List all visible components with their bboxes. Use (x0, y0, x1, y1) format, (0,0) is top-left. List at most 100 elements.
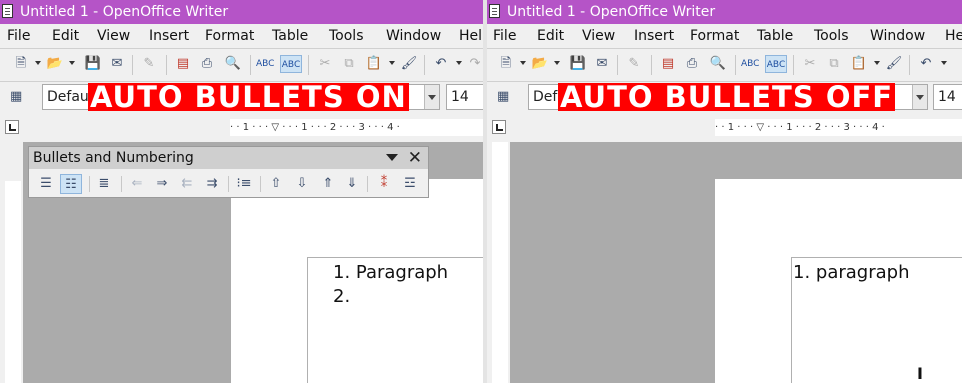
horizontal-ruler[interactable]: · · 1 · · · ▽ · · · 1 · · · 2 · · · 3 · … (715, 119, 962, 136)
open-folder-icon[interactable]: 📂 (531, 55, 549, 73)
undo-dropdown-arrow[interactable] (941, 61, 947, 65)
move-down-icon[interactable]: ⇩ (291, 174, 313, 194)
autospellcheck-icon[interactable]: ABC (765, 55, 787, 73)
undo-icon[interactable]: ↶ (917, 55, 935, 73)
text-body-area[interactable]: 1. Paragraph 2. (307, 257, 483, 383)
chevron-down-icon[interactable] (424, 85, 439, 109)
spellcheck-icon[interactable]: ABC (256, 55, 274, 73)
print-icon[interactable]: ⎙ (683, 55, 701, 73)
print-preview-icon[interactable]: 🔍 (224, 55, 242, 73)
move-up-with-subpoints-icon[interactable]: ⇑ (317, 174, 339, 194)
list-item[interactable]: 1. paragraph (793, 262, 909, 283)
print-preview-icon[interactable]: 🔍 (709, 55, 727, 73)
print-icon[interactable]: ⎙ (198, 55, 216, 73)
menu-window[interactable]: Window (870, 24, 925, 48)
text-body-area[interactable]: 1. paragraph (791, 257, 962, 383)
menu-bar: File Edit View Insert Format Table Tools… (487, 24, 962, 48)
open-dropdown-arrow[interactable] (69, 61, 75, 65)
cut-icon[interactable]: ✂ (316, 55, 334, 73)
list-item[interactable]: 1. Paragraph (333, 262, 448, 283)
toolbar-separator (735, 55, 736, 75)
menu-table[interactable]: Table (272, 24, 308, 48)
menu-format[interactable]: Format (205, 24, 254, 48)
list-item[interactable]: 2. (333, 286, 350, 307)
autospellcheck-icon[interactable]: ABC (280, 55, 302, 73)
export-pdf-icon[interactable]: ▤ (659, 55, 677, 73)
save-icon[interactable]: 💾 (84, 55, 102, 73)
bullets-off-icon[interactable]: ☰ (35, 174, 57, 194)
menu-insert[interactable]: Insert (634, 24, 674, 48)
toolbar-separator (651, 55, 652, 75)
new-document-icon[interactable]: 🗎 (12, 55, 30, 73)
new-dropdown-arrow[interactable] (520, 61, 526, 65)
spellcheck-icon[interactable]: ABC (741, 55, 759, 73)
menu-insert[interactable]: Insert (149, 24, 189, 48)
cut-icon[interactable]: ✂ (801, 55, 819, 73)
horizontal-ruler[interactable]: · · 1 · · · ▽ · · · 1 · · · 2 · · · 3 · … (230, 119, 483, 136)
redo-icon[interactable]: ↷ (466, 55, 483, 73)
promote-icon[interactable]: ⇒ (151, 174, 173, 194)
toolbar-menu-icon[interactable] (386, 154, 398, 161)
menu-file[interactable]: File (7, 24, 30, 48)
export-pdf-icon[interactable]: ▤ (174, 55, 192, 73)
menu-view[interactable]: View (582, 24, 615, 48)
paste-dropdown-arrow[interactable] (874, 61, 880, 65)
vertical-ruler[interactable] (492, 142, 508, 383)
edit-file-icon[interactable]: ✎ (140, 55, 158, 73)
new-dropdown-arrow[interactable] (35, 61, 41, 65)
menu-tools[interactable]: Tools (814, 24, 849, 48)
bullets-numbering-dialog-icon[interactable]: ☲ (399, 174, 421, 194)
paste-icon[interactable]: 📋 (365, 55, 383, 73)
chevron-down-icon[interactable] (912, 85, 927, 109)
open-folder-icon[interactable]: 📂 (46, 55, 64, 73)
move-down-with-subpoints-icon[interactable]: ⇓ (341, 174, 363, 194)
copy-icon[interactable]: ⧉ (825, 55, 843, 73)
bullets-numbering-toolbar: Bullets and Numbering ✕ ☰ ☷ ≣ ⇐ ⇒ ⇇ ⇉ ⁝≡… (28, 146, 429, 198)
menu-table[interactable]: Table (757, 24, 793, 48)
toolbar-separator (166, 55, 167, 75)
paste-dropdown-arrow[interactable] (389, 61, 395, 65)
document-page[interactable]: 1. Paragraph 2. (231, 179, 483, 383)
paragraph-align-icon[interactable]: ≣ (93, 174, 115, 194)
menu-tools[interactable]: Tools (329, 24, 364, 48)
menu-edit[interactable]: Edit (52, 24, 79, 48)
clone-formatting-icon[interactable]: 🖌 (885, 55, 903, 73)
menu-help[interactable]: Hel (459, 24, 482, 48)
promote-with-subpoints-icon[interactable]: ⇉ (201, 174, 223, 194)
styles-formatting-icon[interactable]: ▦ (497, 89, 509, 104)
numbering-on-icon[interactable]: ☷ (60, 174, 82, 194)
email-document-icon[interactable]: ✉ (108, 55, 126, 73)
menu-view[interactable]: View (97, 24, 130, 48)
menu-window[interactable]: Window (386, 24, 441, 48)
new-document-icon[interactable]: 🗎 (497, 55, 515, 73)
demote-with-subpoints-icon[interactable]: ⇇ (176, 174, 198, 194)
insert-unnumbered-entry-icon[interactable]: ⁝≡ (233, 174, 255, 194)
toolbar-separator (367, 176, 368, 192)
close-icon[interactable]: ✕ (408, 147, 422, 169)
move-up-icon[interactable]: ⇧ (265, 174, 287, 194)
font-size-combo[interactable]: 14 (933, 84, 962, 110)
undo-icon[interactable]: ↶ (432, 55, 450, 73)
menu-help[interactable]: He (945, 24, 962, 48)
font-size-combo[interactable]: 14 (446, 84, 483, 110)
menu-format[interactable]: Format (690, 24, 739, 48)
tab-stop-selector-icon[interactable] (5, 120, 19, 134)
document-page[interactable]: 1. paragraph (715, 179, 962, 383)
paste-icon[interactable]: 📋 (850, 55, 868, 73)
tab-stop-selector-icon[interactable] (492, 120, 506, 134)
undo-dropdown-arrow[interactable] (456, 61, 462, 65)
bullets-toolbar-titlebar[interactable]: Bullets and Numbering ✕ (29, 147, 428, 169)
copy-icon[interactable]: ⧉ (340, 55, 358, 73)
save-icon[interactable]: 💾 (569, 55, 587, 73)
demote-icon[interactable]: ⇐ (126, 174, 148, 194)
menu-file[interactable]: File (493, 24, 516, 48)
open-dropdown-arrow[interactable] (554, 61, 560, 65)
document-canvas[interactable]: 1. paragraph (510, 142, 962, 383)
menu-edit[interactable]: Edit (537, 24, 564, 48)
vertical-ruler[interactable] (5, 181, 21, 383)
email-document-icon[interactable]: ✉ (593, 55, 611, 73)
clone-formatting-icon[interactable]: 🖌 (400, 55, 418, 73)
restart-numbering-icon[interactable]: ⁑ (373, 174, 395, 194)
edit-file-icon[interactable]: ✎ (625, 55, 643, 73)
styles-formatting-icon[interactable]: ▦ (10, 89, 22, 104)
